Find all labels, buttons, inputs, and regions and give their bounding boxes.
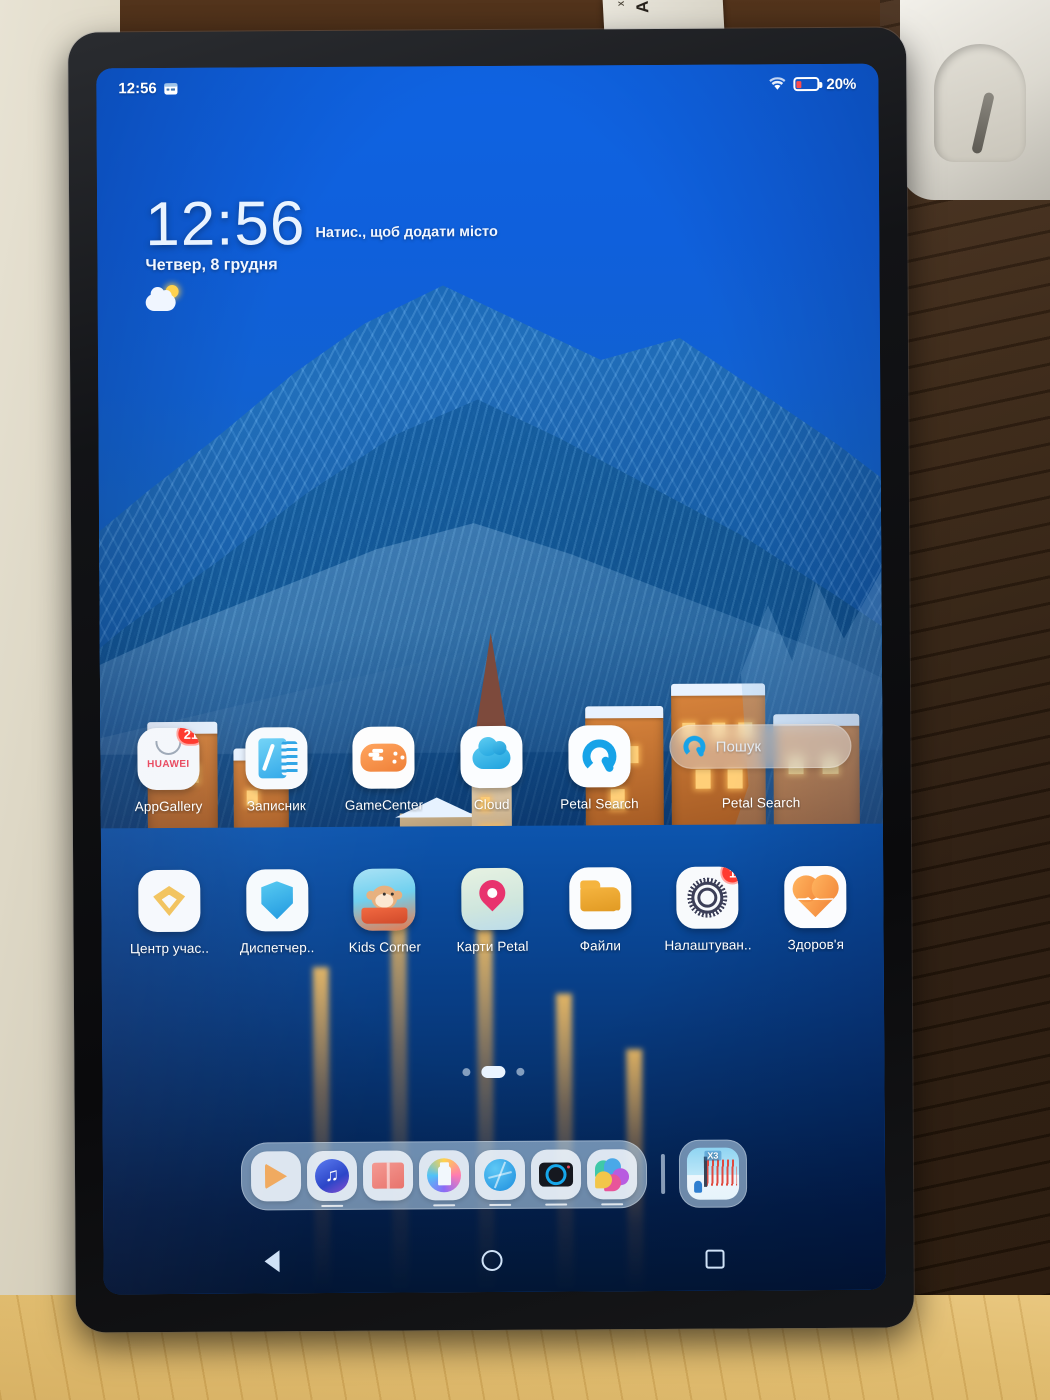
app-label: Записник: [246, 798, 306, 814]
tablet-screen: 12:56 20% 12:56 Натис., щоб додати місто…: [96, 63, 886, 1295]
search-widget-bar[interactable]: Пошук: [669, 723, 852, 769]
gamecenter-icon[interactable]: [352, 726, 415, 789]
petal-search-icon[interactable]: [567, 725, 631, 788]
video-player-icon[interactable]: [250, 1151, 302, 1202]
wifi-icon: [768, 77, 786, 91]
dock-recent-app[interactable]: X3: [678, 1139, 748, 1208]
dock: ♫ X3: [103, 1139, 885, 1212]
status-bar-time: 12:56: [118, 79, 157, 97]
recent-app-thumbnail[interactable]: X3: [686, 1147, 740, 1200]
page-dot-1[interactable]: [462, 1068, 471, 1077]
battery-percent-label: 20%: [826, 75, 857, 93]
tablet-device: 12:56 20% 12:56 Натис., щоб додати місто…: [68, 27, 914, 1333]
app-gamecenter[interactable]: GameCenter: [330, 726, 438, 813]
app-label: GameCenter: [344, 797, 424, 813]
page-dot-3[interactable]: [516, 1067, 525, 1076]
app-appgallery[interactable]: HUAWEI 21 AppGallery: [114, 727, 222, 815]
app-row-2: Центр учас.. Диспетчер.. Kids Corner Кар…: [115, 865, 870, 957]
partly-cloudy-icon: [145, 284, 180, 312]
phone-manager-icon[interactable]: [245, 869, 309, 932]
member-center-icon[interactable]: [137, 869, 201, 933]
navigation-bar: [103, 1226, 885, 1295]
badge-count: 21: [176, 727, 200, 746]
app-files[interactable]: Файли: [546, 867, 654, 954]
themes-icon[interactable]: [418, 1150, 470, 1201]
dock-app-gallery[interactable]: [586, 1149, 638, 1206]
app-member-center[interactable]: Центр учас..: [115, 869, 223, 957]
dock-tray: ♫: [240, 1140, 648, 1211]
dock-app-camera[interactable]: [530, 1149, 582, 1206]
clock-time: 12:56: [145, 189, 306, 260]
recent-app-multiplier-label: X3: [704, 1150, 722, 1161]
settings-icon[interactable]: 1: [676, 866, 739, 929]
clock-weather-widget[interactable]: 12:56 Натис., щоб додати місто Четвер, 8…: [145, 189, 498, 312]
white-packaging-object: [900, 0, 1050, 200]
dock-app-music[interactable]: ♫: [306, 1150, 358, 1208]
camera-icon[interactable]: [530, 1149, 582, 1200]
app-health[interactable]: Здоров'я: [761, 865, 869, 953]
dock-separator: [660, 1153, 666, 1194]
dock-app-books[interactable]: [362, 1150, 414, 1201]
app-label: Файли: [579, 938, 621, 954]
app-label: Kids Corner: [348, 939, 422, 955]
calendar-icon: [164, 80, 179, 95]
app-label: Диспетчер..: [239, 940, 315, 956]
page-dot-2-active[interactable]: [481, 1065, 506, 1079]
notes-icon[interactable]: [244, 727, 308, 790]
photo-scene: XPLORE AppG: [0, 0, 1050, 1400]
app-label: Здоров'я: [787, 936, 845, 953]
box-label-small: XPLORE: [615, 0, 626, 6]
home-screen-app-grid: HUAWEI 21 AppGallery Записник GameCenter…: [114, 723, 870, 957]
app-notes[interactable]: Записник: [222, 727, 330, 814]
dock-app-browser[interactable]: [474, 1149, 526, 1207]
browser-icon[interactable]: [474, 1149, 526, 1201]
battery-low-icon: [793, 76, 820, 92]
app-label: Центр учас..: [129, 940, 210, 957]
app-row-1: HUAWEI 21 AppGallery Записник GameCenter…: [114, 723, 869, 815]
petal-search-icon: [683, 735, 706, 758]
dock-app-video[interactable]: [250, 1151, 302, 1202]
status-bar: 12:56 20%: [96, 64, 878, 109]
box-label-text: AppG: [631, 0, 653, 14]
widget-label: Petal Search: [721, 795, 801, 811]
gallery-icon[interactable]: [586, 1149, 638, 1200]
widget-petal-search[interactable]: Пошук Petal Search: [653, 723, 869, 811]
health-icon[interactable]: [784, 865, 847, 929]
app-settings[interactable]: 1 Налаштуван..: [654, 866, 762, 953]
music-icon[interactable]: ♫: [306, 1150, 358, 1202]
app-phone-manager[interactable]: Диспетчер..: [223, 869, 331, 956]
dock-app-themes[interactable]: [418, 1150, 470, 1207]
cloud-icon[interactable]: [460, 725, 523, 789]
appgallery-icon[interactable]: HUAWEI 21: [137, 727, 200, 791]
app-label: Petal Search: [560, 796, 639, 812]
search-input-placeholder[interactable]: Пошук: [716, 738, 761, 755]
kids-corner-icon[interactable]: [353, 868, 416, 931]
app-label: Налаштуван..: [664, 937, 752, 953]
app-kids-corner[interactable]: Kids Corner: [331, 868, 439, 955]
badge-count: 1: [720, 866, 739, 885]
app-petal-search[interactable]: Petal Search: [545, 725, 653, 812]
app-label: Cloud: [473, 796, 510, 813]
app-petal-maps[interactable]: Карти Petal: [438, 867, 546, 955]
books-icon[interactable]: [362, 1150, 414, 1201]
files-icon[interactable]: [568, 867, 632, 930]
add-city-hint[interactable]: Натис., щоб додати місто: [315, 224, 498, 252]
recents-icon[interactable]: [705, 1249, 725, 1269]
app-label: AppGallery: [134, 798, 203, 815]
app-label: Карти Petal: [456, 938, 529, 955]
app-cloud[interactable]: Cloud: [437, 725, 545, 813]
home-icon[interactable]: [481, 1249, 504, 1271]
petal-maps-icon[interactable]: [461, 867, 524, 931]
back-icon[interactable]: [264, 1250, 280, 1273]
clock-date: Четвер, 8 грудня: [145, 256, 278, 275]
